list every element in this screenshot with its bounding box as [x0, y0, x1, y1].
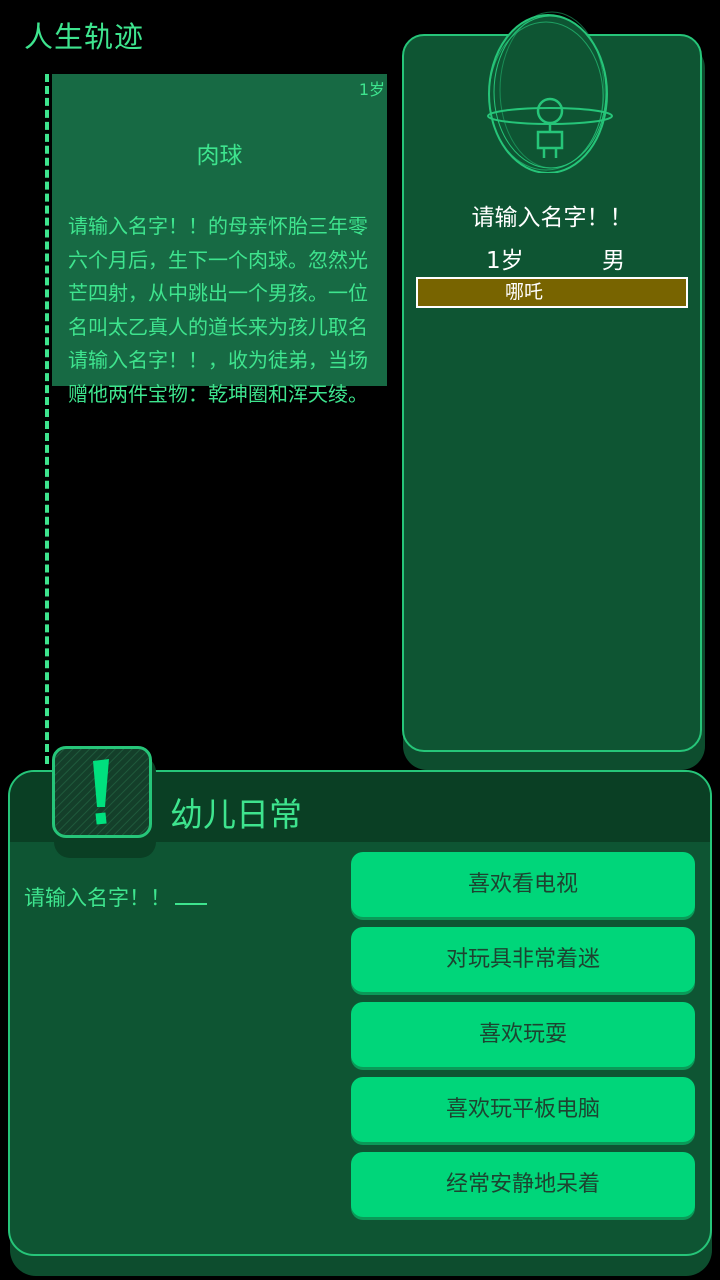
text-cursor — [175, 885, 207, 905]
role-label: 哪吒 — [504, 281, 543, 303]
timeline-event-card: 1岁 肉球 请输入名字！！的母亲怀胎三年零六个月后，生下一个肉球。忽然光芒四射，… — [52, 74, 387, 406]
player-name: 请输入名字！！ — [471, 205, 633, 231]
timeline-line — [45, 74, 49, 764]
prompt-name: 请输入名字！！ — [24, 886, 171, 910]
player-gender: 男 — [602, 248, 625, 274]
prompt-line: 请输入名字！！ — [24, 882, 207, 912]
choice-button-1[interactable]: 喜欢看电视 — [351, 852, 695, 917]
egg-avatar-icon — [487, 11, 613, 173]
player-age: 1岁 — [486, 248, 524, 274]
game-screen: 人生轨迹 1岁 肉球 请输入名字！！的母亲怀胎三年零六个月后，生下一个肉球。忽然… — [0, 0, 720, 1280]
stage-badge — [52, 746, 152, 838]
event-title: 肉球 — [196, 143, 243, 169]
choice-button-5[interactable]: 经常安静地呆着 — [351, 1152, 695, 1217]
stage-title: 幼儿日常 — [170, 795, 302, 834]
event-description: 请输入名字！！的母亲怀胎三年零六个月后，生下一个肉球。忽然光芒四射，从中跳出一个… — [68, 214, 368, 406]
event-age-label: 1岁 — [358, 80, 385, 99]
choice-button-2[interactable]: 对玩具非常着迷 — [351, 927, 695, 992]
page-title: 人生轨迹 — [24, 20, 145, 54]
role-badge: 哪吒 — [416, 277, 688, 308]
choice-button-3[interactable]: 喜欢玩耍 — [351, 1002, 695, 1067]
exclamation-icon — [55, 749, 149, 835]
choice-button-4[interactable]: 喜欢玩平板电脑 — [351, 1077, 695, 1142]
